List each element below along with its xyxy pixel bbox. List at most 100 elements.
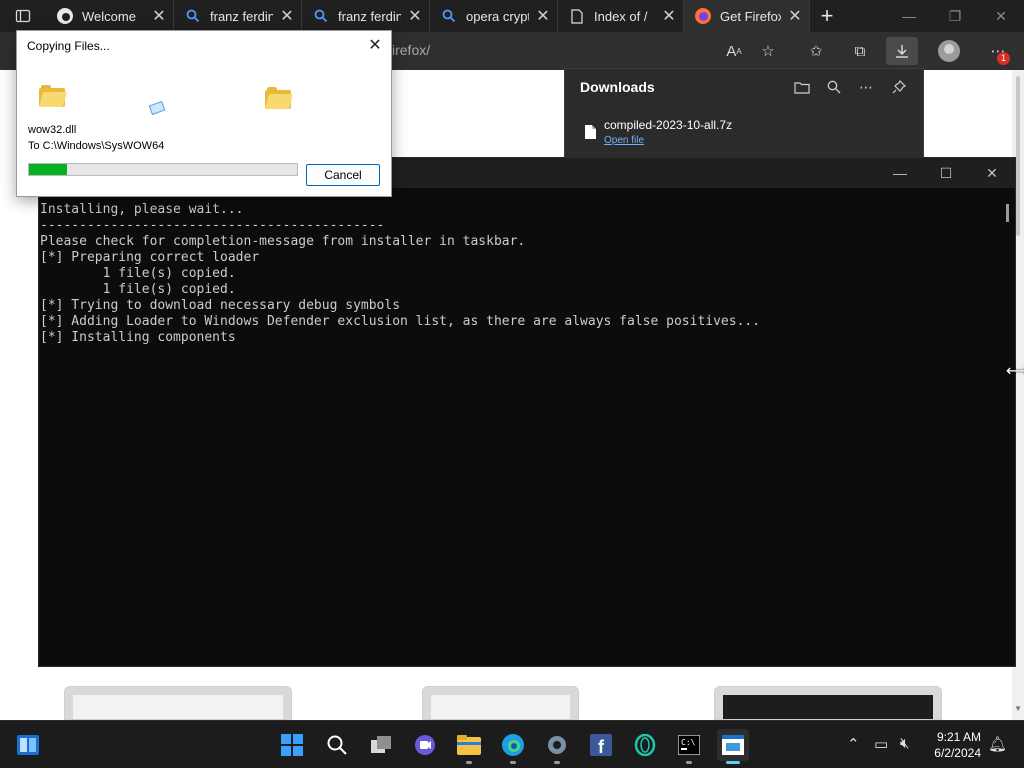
widgets-icon[interactable] bbox=[12, 729, 44, 761]
console-line: [*] Installing components bbox=[40, 330, 236, 345]
tab-title: opera crypt bbox=[466, 8, 529, 24]
tab-close-icon[interactable]: ✕ bbox=[787, 6, 803, 26]
clock-time: 9:21 AM bbox=[936, 730, 981, 744]
address-bar-text[interactable]: irefox/ bbox=[392, 42, 430, 58]
read-aloud-icon[interactable]: AA bbox=[718, 37, 750, 65]
volume-muted-icon[interactable]: 🔇︎ bbox=[900, 735, 909, 752]
tab-close-icon[interactable]: ✕ bbox=[535, 6, 551, 26]
edge-icon bbox=[56, 7, 74, 25]
facebook-icon[interactable]: f bbox=[585, 729, 617, 761]
downloads-title: Downloads bbox=[580, 79, 655, 95]
pin-icon[interactable] bbox=[887, 76, 911, 98]
console-line: Please check for completion-message from… bbox=[40, 234, 526, 249]
console-line: 1 file(s) copied. bbox=[40, 266, 236, 281]
console-window: — ☐ ✕ Installing, please wait... --------… bbox=[38, 157, 1016, 667]
copy-file-name: wow32.dll bbox=[28, 124, 77, 136]
tab-search-2[interactable]: franz ferdin ✕ bbox=[302, 0, 430, 32]
tab-search-3[interactable]: opera crypt ✕ bbox=[430, 0, 558, 32]
more-options-icon[interactable]: ⋯ bbox=[854, 76, 878, 98]
collections-icon[interactable]: ⧉ bbox=[844, 37, 876, 65]
download-item-name[interactable]: compiled-2023-10-all.7z bbox=[604, 118, 732, 132]
resize-cursor-icon: ⟷ bbox=[1006, 363, 1024, 380]
minimize-icon[interactable]: — bbox=[877, 158, 923, 188]
terminal-icon[interactable]: C:\ bbox=[673, 729, 705, 764]
close-icon[interactable]: ✕ bbox=[978, 0, 1024, 32]
tab-close-icon[interactable]: ✕ bbox=[407, 6, 423, 26]
progress-fill bbox=[29, 164, 67, 175]
svg-text:C:\: C:\ bbox=[681, 738, 696, 747]
tab-title: franz ferdin bbox=[338, 8, 401, 24]
search-icon bbox=[184, 7, 202, 25]
console-output[interactable]: Installing, please wait... --------------… bbox=[39, 188, 1001, 666]
console-line: [*] Trying to download necessary debug s… bbox=[40, 298, 401, 313]
console-scrollbar[interactable] bbox=[1001, 188, 1015, 666]
source-folder-icon bbox=[39, 85, 67, 107]
svg-text:f: f bbox=[598, 737, 605, 756]
page-thumbnail-3 bbox=[714, 686, 942, 720]
tab-close-icon[interactable]: ✕ bbox=[151, 6, 167, 26]
maximize-icon[interactable]: ☐ bbox=[923, 158, 969, 188]
file-explorer-icon[interactable] bbox=[453, 729, 485, 764]
opera-icon[interactable] bbox=[629, 729, 661, 761]
search-icon[interactable] bbox=[321, 729, 353, 761]
copy-dialog-taskbar-icon[interactable] bbox=[717, 729, 749, 764]
flying-document-icon bbox=[148, 100, 166, 116]
tab-title: franz ferdin bbox=[210, 8, 273, 24]
settings-icon[interactable] bbox=[541, 729, 573, 764]
downloads-panel: Downloads ⋯ compiled-2023-10-all.7z Open… bbox=[564, 68, 924, 160]
console-line: [*] Adding Loader to Windows Defender ex… bbox=[40, 314, 761, 329]
open-file-link[interactable]: Open file bbox=[604, 135, 644, 146]
network-icon[interactable]: ▭ bbox=[874, 735, 888, 753]
console-line: [*] Preparing correct loader bbox=[40, 250, 260, 265]
chevron-up-icon[interactable]: ⌃ bbox=[847, 735, 860, 753]
notifications-icon[interactable]: 🔔︎ bbox=[988, 735, 1007, 753]
page-thumbnail-2 bbox=[422, 686, 579, 720]
console-line: 1 file(s) copied. bbox=[40, 282, 236, 297]
copy-progress-bar bbox=[28, 163, 298, 176]
system-clock[interactable]: 9:21 AM 6/2/2024 bbox=[934, 729, 981, 761]
edge-icon[interactable] bbox=[497, 729, 529, 764]
tab-search-1[interactable]: franz ferdin ✕ bbox=[174, 0, 302, 32]
destination-folder-icon bbox=[265, 87, 293, 109]
tab-title: Index of / bbox=[594, 8, 648, 24]
browser-window-controls: — ❐ ✕ bbox=[886, 0, 1024, 32]
tab-actions-icon bbox=[15, 9, 31, 23]
new-tab-button[interactable]: + bbox=[810, 3, 844, 29]
tab-title: Get Firefox bbox=[720, 8, 781, 24]
search-icon[interactable] bbox=[822, 76, 846, 98]
start-icon[interactable] bbox=[276, 729, 308, 761]
taskbar: f C:\ ⌃ ▭ 🔇︎ 9:21 AM 6/2/2024 🔔︎ bbox=[0, 720, 1024, 768]
profile-avatar[interactable] bbox=[938, 40, 960, 62]
add-favorite-icon[interactable]: ☆ bbox=[752, 37, 784, 65]
clock-date: 6/2/2024 bbox=[934, 746, 981, 760]
tab-index[interactable]: Index of / ✕ bbox=[558, 0, 684, 32]
page-thumbnail-1 bbox=[64, 686, 292, 720]
chat-icon[interactable] bbox=[409, 729, 441, 761]
tab-close-icon[interactable]: ✕ bbox=[661, 6, 677, 26]
close-icon[interactable]: ✕ bbox=[365, 35, 385, 55]
minimize-icon[interactable]: — bbox=[886, 0, 932, 32]
copy-destination: To C:\Windows\SysWOW64 bbox=[28, 140, 165, 152]
console-line: ----------------------------------------… bbox=[40, 218, 385, 233]
open-folder-icon[interactable] bbox=[790, 76, 814, 98]
tab-close-icon[interactable]: ✕ bbox=[279, 6, 295, 26]
firefox-icon bbox=[694, 7, 712, 25]
notification-badge: 1 bbox=[997, 52, 1010, 65]
task-view-icon[interactable] bbox=[365, 729, 397, 761]
tab-title: Welcome bbox=[82, 8, 136, 24]
cancel-button[interactable]: Cancel bbox=[306, 164, 380, 186]
copying-files-dialog: Copying Files... ✕ wow32.dll To C:\Windo… bbox=[16, 30, 392, 197]
tab-actions-button[interactable] bbox=[0, 0, 46, 32]
search-icon bbox=[312, 7, 330, 25]
scroll-down-icon[interactable]: ▼ bbox=[1014, 704, 1022, 713]
tab-welcome[interactable]: Welcome ✕ bbox=[46, 0, 174, 32]
downloads-icon[interactable] bbox=[886, 37, 918, 65]
tab-get-firefox[interactable]: Get Firefox ✕ bbox=[684, 0, 810, 32]
search-icon bbox=[440, 7, 458, 25]
console-line: Installing, please wait... bbox=[40, 202, 244, 217]
dialog-title: Copying Files... bbox=[27, 39, 110, 53]
close-icon[interactable]: ✕ bbox=[969, 158, 1015, 188]
restore-icon[interactable]: ❐ bbox=[932, 0, 978, 32]
file-icon bbox=[585, 125, 596, 139]
favorites-icon[interactable]: ✩ bbox=[800, 37, 832, 65]
